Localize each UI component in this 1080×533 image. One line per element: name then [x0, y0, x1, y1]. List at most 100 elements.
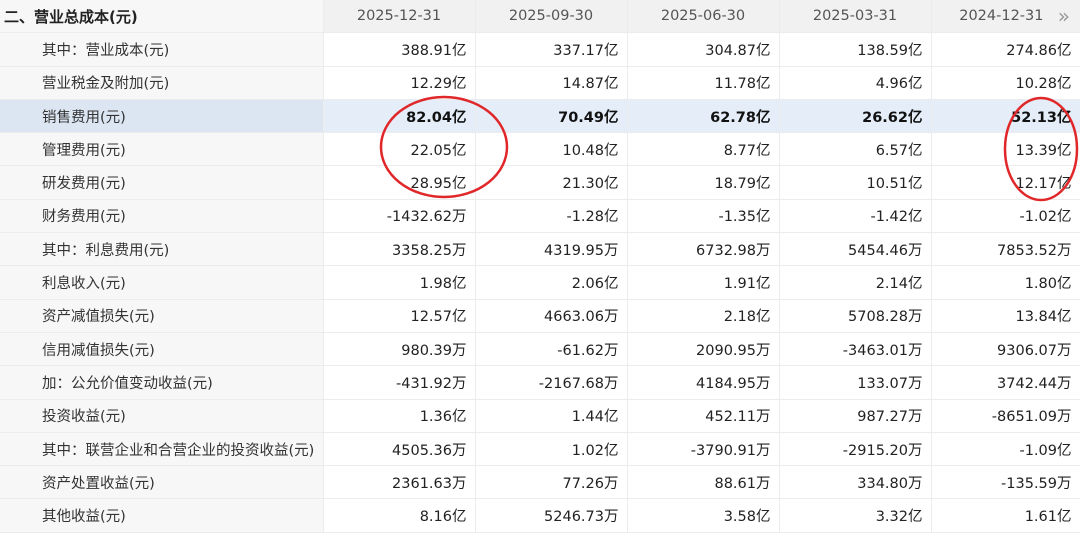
- section-title: 二、营业总成本(元): [0, 0, 324, 34]
- table-cell: 452.11万: [627, 399, 780, 433]
- table-cell: -61.62万: [475, 332, 628, 367]
- table-cell: 7853.52万: [931, 232, 1080, 267]
- table-cell: 6.57亿: [779, 132, 932, 167]
- table-cell: 388.91亿: [323, 32, 476, 67]
- table-row: 研发费用(元) 28.95亿 21.30亿 18.79亿 10.51亿 12.17亿: [0, 165, 1080, 200]
- table-cell: 334.80万: [779, 465, 932, 500]
- table-cell: 138.59亿: [779, 32, 932, 67]
- table-cell: 26.62亿: [779, 99, 932, 134]
- table-cell: 2090.95万: [627, 332, 780, 367]
- table-cell: 5246.73万: [475, 498, 628, 533]
- table-cell: 82.04亿: [323, 99, 476, 134]
- table-cell: 13.39亿: [931, 132, 1080, 167]
- table-row: 财务费用(元) -1432.62万 -1.28亿 -1.35亿 -1.42亿 -1.02亿: [0, 199, 1080, 234]
- table-cell: 2361.63万: [323, 465, 476, 500]
- table-cell: 980.39万: [323, 332, 476, 367]
- table-cell: -1.28亿: [475, 199, 628, 234]
- table-cell: 274.86亿: [931, 32, 1080, 67]
- table-cell: 13.84亿: [931, 299, 1080, 333]
- row-label: 销售费用(元): [0, 99, 324, 134]
- row-label: 资产处置收益(元): [0, 465, 324, 500]
- table-cell: 10.51亿: [779, 165, 932, 200]
- table-cell: 77.26万: [475, 465, 628, 500]
- table-cell: 1.02亿: [475, 432, 628, 467]
- table-cell: 4663.06万: [475, 299, 628, 333]
- table-cell: -2915.20万: [779, 432, 932, 467]
- table-row: 管理费用(元) 22.05亿 10.48亿 8.77亿 6.57亿 13.39亿: [0, 132, 1080, 167]
- table-cell: 21.30亿: [475, 165, 628, 200]
- table-cell: 3358.25万: [323, 232, 476, 267]
- table-row: 其他收益(元) 8.16亿 5246.73万 3.58亿 3.32亿 1.61亿: [0, 498, 1080, 533]
- table-row: 资产处置收益(元) 2361.63万 77.26万 88.61万 334.80万 -135…: [0, 465, 1080, 500]
- table-cell: 1.91亿: [627, 265, 780, 300]
- table-cell: 62.78亿: [627, 99, 780, 134]
- table-cell: -1.09亿: [931, 432, 1080, 467]
- table-cell: 2.18亿: [627, 299, 780, 333]
- financial-table: 二、营业总成本(元) 2025-12-31 2025-09-30 2025-06…: [0, 0, 1080, 533]
- table-cell: -1.02亿: [931, 199, 1080, 234]
- table-cell: 304.87亿: [627, 32, 780, 67]
- row-label: 加：公允价值变动收益(元): [0, 365, 324, 400]
- table-row: 资产减值损失(元) 12.57亿 4663.06万 2.18亿 5708.28万 13.8…: [0, 299, 1080, 333]
- table-cell: 5708.28万: [779, 299, 932, 333]
- table-row: 信用减值损失(元) 980.39万 -61.62万 2090.95万 -3463.01万…: [0, 332, 1080, 367]
- table-cell: 12.17亿: [931, 165, 1080, 200]
- table-cell: 28.95亿: [323, 165, 476, 200]
- row-label: 其他收益(元): [0, 498, 324, 533]
- table-row: 其中：利息费用(元) 3358.25万 4319.95万 6732.98万 5454.4…: [0, 232, 1080, 267]
- table-cell: -1.42亿: [779, 199, 932, 234]
- table-cell: 2.06亿: [475, 265, 628, 300]
- table-cell: 9306.07万: [931, 332, 1080, 367]
- table-cell: -3790.91万: [627, 432, 780, 467]
- table-cell: 14.87亿: [475, 66, 628, 100]
- table-cell: 4.96亿: [779, 66, 932, 100]
- table-cell: -1.35亿: [627, 199, 780, 234]
- table-cell: -2167.68万: [475, 365, 628, 400]
- table-cell: 70.49亿: [475, 99, 628, 134]
- table-cell: 3.32亿: [779, 498, 932, 533]
- table-cell: 1.61亿: [931, 498, 1080, 533]
- table-cell: 1.36亿: [323, 399, 476, 433]
- row-label: 研发费用(元): [0, 165, 324, 200]
- table-cell: 88.61万: [627, 465, 780, 500]
- row-label: 投资收益(元): [0, 399, 324, 433]
- table-cell: 1.44亿: [475, 399, 628, 433]
- table-cell: 5454.46万: [779, 232, 932, 267]
- date-header[interactable]: 2025-03-31: [779, 0, 932, 34]
- table-cell: 4184.95万: [627, 365, 780, 400]
- date-header[interactable]: 2025-06-30: [627, 0, 780, 34]
- table-cell: -135.59万: [931, 465, 1080, 500]
- table-cell: 52.13亿: [931, 99, 1080, 134]
- header-row: 二、营业总成本(元) 2025-12-31 2025-09-30 2025-06…: [0, 0, 1080, 34]
- table-cell: 2.14亿: [779, 265, 932, 300]
- table-cell: 12.57亿: [323, 299, 476, 333]
- table-cell: 3742.44万: [931, 365, 1080, 400]
- double-chevron-right-icon[interactable]: »: [1058, 6, 1070, 26]
- table-cell: 8.16亿: [323, 498, 476, 533]
- row-label: 利息收入(元): [0, 265, 324, 300]
- table-cell: 987.27万: [779, 399, 932, 433]
- table-cell: 4505.36万: [323, 432, 476, 467]
- table-cell: -1432.62万: [323, 199, 476, 234]
- table-row: 销售费用(元) 82.04亿 70.49亿 62.78亿 26.62亿 52.13亿: [0, 99, 1080, 134]
- row-label: 信用减值损失(元): [0, 332, 324, 367]
- table-cell: 12.29亿: [323, 66, 476, 100]
- table-cell: 3.58亿: [627, 498, 780, 533]
- date-header[interactable]: 2025-12-31: [323, 0, 476, 34]
- table-cell: 18.79亿: [627, 165, 780, 200]
- table-cell: 11.78亿: [627, 66, 780, 100]
- row-label: 其中：联营企业和合营企业的投资收益(元): [0, 432, 324, 467]
- table-cell: -8651.09万: [931, 399, 1080, 433]
- table-row: 加：公允价值变动收益(元) -431.92万 -2167.68万 4184.95万 13…: [0, 365, 1080, 400]
- row-label: 财务费用(元): [0, 199, 324, 234]
- row-label: 资产减值损失(元): [0, 299, 324, 333]
- table-cell: 337.17亿: [475, 32, 628, 67]
- table-row: 营业税金及附加(元) 12.29亿 14.87亿 11.78亿 4.96亿 10.28亿: [0, 66, 1080, 100]
- table-row: 其中：联营企业和合营企业的投资收益(元) 4505.36万 1.02亿 -3790.9…: [0, 432, 1080, 467]
- table-cell: 1.98亿: [323, 265, 476, 300]
- table-cell: 22.05亿: [323, 132, 476, 167]
- table-row: 利息收入(元) 1.98亿 2.06亿 1.91亿 2.14亿 1.80亿: [0, 265, 1080, 300]
- table-cell: 8.77亿: [627, 132, 780, 167]
- date-header[interactable]: 2025-09-30: [475, 0, 628, 34]
- row-label: 其中：利息费用(元): [0, 232, 324, 267]
